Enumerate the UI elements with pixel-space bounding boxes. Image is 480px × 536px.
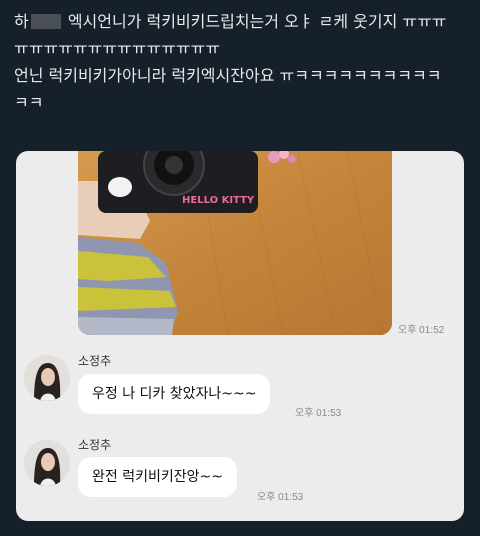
message-timestamp: 오후 01:53	[257, 492, 304, 503]
message-timestamp: 오후 01:53	[295, 408, 342, 419]
message-bubble[interactable]: 완전 럭키비키잔앙~~	[78, 457, 237, 497]
tweet-line-2: ㅠㅠㅠㅠㅠㅠㅠㅠㅠㅠㅠㅠㅠㅠ	[14, 39, 221, 58]
tweet-line-1-start: 하	[14, 12, 29, 31]
tweet-line-4: ㅋㅋ	[14, 93, 44, 112]
tweet-line-3: 언닌 럭키비키가아니라 럭키엑시잔아요 ㅠㅋㅋㅋㅋㅋㅋㅋㅋㅋㅋ	[14, 66, 442, 85]
sender-avatar[interactable]	[24, 355, 70, 401]
tweet-line-1: 하 엑시언니가 럭키비키드립치는거 오ㅑ ㄹ케 웃기지 ㅠㅠㅠ	[14, 12, 447, 31]
camera-photo-image: HELLO KITTY	[78, 151, 392, 335]
sender-avatar[interactable]	[24, 440, 70, 486]
avatar-image	[24, 440, 70, 486]
tweet-line-1-rest: 엑시언니가 럭키비키드립치는거 오ㅑ ㄹ케 웃기지 ㅠㅠㅠ	[62, 12, 447, 31]
camera-label: HELLO KITTY	[182, 195, 255, 206]
avatar-image	[24, 355, 70, 401]
photo-timestamp: 오후 01:52	[398, 325, 445, 336]
sender-name: 소정추	[78, 438, 112, 452]
camera-photo[interactable]: HELLO KITTY	[78, 151, 392, 335]
chat-screenshot: HELLO KITTY 오후 01:52 소정추 우정 나 디카 찾았자나~~~…	[16, 151, 464, 521]
censored-name-block	[30, 14, 61, 29]
sender-name: 소정추	[78, 354, 112, 368]
tweet-text: 하 엑시언니가 럭키비키드립치는거 오ㅑ ㄹ케 웃기지 ㅠㅠㅠ ㅠㅠㅠㅠㅠㅠㅠㅠ…	[14, 8, 470, 116]
message-bubble[interactable]: 우정 나 디카 찾았자나~~~	[78, 374, 271, 414]
